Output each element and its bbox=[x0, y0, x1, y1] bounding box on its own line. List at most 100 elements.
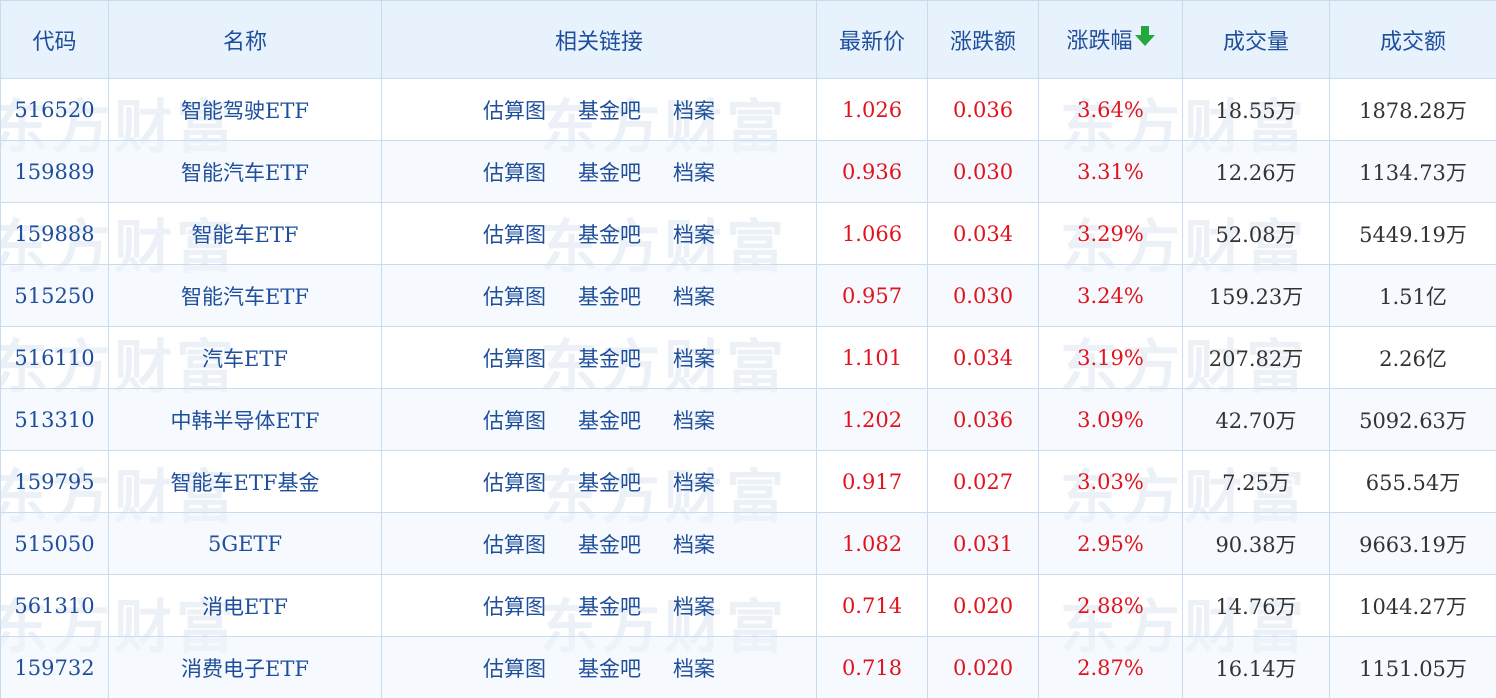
trade-volume: 16.14万 bbox=[1182, 636, 1330, 698]
header-change[interactable]: 涨跌额 bbox=[927, 0, 1039, 79]
estimate-chart-link[interactable]: 估算图 bbox=[483, 653, 546, 683]
fund-forum-link[interactable]: 基金吧 bbox=[578, 95, 641, 125]
latest-price: 1.026 bbox=[816, 78, 928, 141]
fund-profile-link[interactable]: 档案 bbox=[673, 219, 715, 249]
fund-profile-link[interactable]: 档案 bbox=[673, 157, 715, 187]
fund-name-link[interactable]: 汽车ETF bbox=[108, 326, 382, 389]
price-change: 0.031 bbox=[927, 512, 1039, 575]
price-change-pct: 3.09% bbox=[1038, 388, 1183, 451]
fund-code-link[interactable]: 513310 bbox=[0, 388, 109, 451]
price-change: 0.027 bbox=[927, 450, 1039, 513]
fund-name-link[interactable]: 消电ETF bbox=[108, 574, 382, 637]
header-price-label: 最新价 bbox=[838, 29, 905, 55]
price-change: 0.030 bbox=[927, 140, 1039, 203]
estimate-chart-link[interactable]: 估算图 bbox=[483, 405, 546, 435]
related-links-cell: 估算图 基金吧 档案 bbox=[381, 264, 817, 327]
fund-code-link[interactable]: 159795 bbox=[0, 450, 109, 513]
related-links-cell: 估算图 基金吧 档案 bbox=[381, 450, 817, 513]
fund-code-link[interactable]: 159889 bbox=[0, 140, 109, 203]
fund-profile-link[interactable]: 档案 bbox=[673, 467, 715, 497]
estimate-chart-link[interactable]: 估算图 bbox=[483, 343, 546, 373]
fund-code-link[interactable]: 516520 bbox=[0, 78, 109, 141]
fund-forum-link[interactable]: 基金吧 bbox=[578, 343, 641, 373]
fund-profile-link[interactable]: 档案 bbox=[673, 405, 715, 435]
table-row: 513310 中韩半导体ETF 估算图 基金吧 档案 1.202 0.036 3.09% 42.… bbox=[0, 388, 1496, 451]
trade-amount: 2.26亿 bbox=[1329, 326, 1496, 389]
trade-volume: 207.82万 bbox=[1182, 326, 1330, 389]
estimate-chart-link[interactable]: 估算图 bbox=[483, 467, 546, 497]
header-amount-label: 成交额 bbox=[1379, 29, 1446, 55]
trade-volume: 159.23万 bbox=[1182, 264, 1330, 327]
latest-price: 0.714 bbox=[816, 574, 928, 637]
related-links-cell: 估算图 基金吧 档案 bbox=[381, 512, 817, 575]
header-links: 相关链接 bbox=[381, 0, 817, 79]
related-links-cell: 估算图 基金吧 档案 bbox=[381, 574, 817, 637]
header-name[interactable]: 名称 bbox=[108, 0, 382, 79]
trade-amount: 1044.27万 bbox=[1329, 574, 1496, 637]
fund-name-link[interactable]: 智能汽车ETF bbox=[108, 140, 382, 203]
fund-profile-link[interactable]: 档案 bbox=[673, 591, 715, 621]
trade-volume: 7.25万 bbox=[1182, 450, 1330, 513]
latest-price: 1.082 bbox=[816, 512, 928, 575]
estimate-chart-link[interactable]: 估算图 bbox=[483, 157, 546, 187]
header-name-label: 名称 bbox=[222, 29, 267, 55]
header-code-label: 代码 bbox=[32, 29, 77, 55]
related-links-cell: 估算图 基金吧 档案 bbox=[381, 388, 817, 451]
header-amount[interactable]: 成交额 bbox=[1329, 0, 1496, 79]
table-row: 159795 智能车ETF基金 估算图 基金吧 档案 0.917 0.027 3.03% 7.2… bbox=[0, 450, 1496, 513]
trade-volume: 90.38万 bbox=[1182, 512, 1330, 575]
estimate-chart-link[interactable]: 估算图 bbox=[483, 281, 546, 311]
fund-profile-link[interactable]: 档案 bbox=[673, 95, 715, 125]
fund-code-link[interactable]: 159888 bbox=[0, 202, 109, 265]
fund-profile-link[interactable]: 档案 bbox=[673, 529, 715, 559]
fund-name-link[interactable]: 智能车ETF bbox=[108, 202, 382, 265]
price-change-pct: 3.19% bbox=[1038, 326, 1183, 389]
estimate-chart-link[interactable]: 估算图 bbox=[483, 591, 546, 621]
fund-name-link[interactable]: 消费电子ETF bbox=[108, 636, 382, 698]
fund-code-link[interactable]: 515250 bbox=[0, 264, 109, 327]
table-body: 516520 智能驾驶ETF 估算图 基金吧 档案 1.026 0.036 3.64% 18.5… bbox=[0, 78, 1496, 698]
fund-code-link[interactable]: 159732 bbox=[0, 636, 109, 698]
price-change: 0.036 bbox=[927, 78, 1039, 141]
estimate-chart-link[interactable]: 估算图 bbox=[483, 219, 546, 249]
fund-name-link[interactable]: 智能车ETF基金 bbox=[108, 450, 382, 513]
table-header-row: 代码 名称 相关链接 最新价 涨跌额 涨跌幅 成交量 成交额 bbox=[0, 0, 1496, 79]
fund-forum-link[interactable]: 基金吧 bbox=[578, 591, 641, 621]
fund-forum-link[interactable]: 基金吧 bbox=[578, 529, 641, 559]
fund-name-link[interactable]: 智能驾驶ETF bbox=[108, 78, 382, 141]
fund-forum-link[interactable]: 基金吧 bbox=[578, 467, 641, 497]
price-change: 0.020 bbox=[927, 574, 1039, 637]
latest-price: 1.202 bbox=[816, 388, 928, 451]
price-change-pct: 3.24% bbox=[1038, 264, 1183, 327]
trade-amount: 1134.73万 bbox=[1329, 140, 1496, 203]
fund-code-link[interactable]: 561310 bbox=[0, 574, 109, 637]
fund-quotes-table: 代码 名称 相关链接 最新价 涨跌额 涨跌幅 成交量 成交额 516520 智能驾… bbox=[0, 0, 1496, 698]
price-change: 0.036 bbox=[927, 388, 1039, 451]
trade-amount: 9663.19万 bbox=[1329, 512, 1496, 575]
fund-profile-link[interactable]: 档案 bbox=[673, 281, 715, 311]
estimate-chart-link[interactable]: 估算图 bbox=[483, 529, 546, 559]
fund-name-link[interactable]: 中韩半导体ETF bbox=[108, 388, 382, 451]
latest-price: 0.718 bbox=[816, 636, 928, 698]
fund-profile-link[interactable]: 档案 bbox=[673, 653, 715, 683]
related-links-cell: 估算图 基金吧 档案 bbox=[381, 636, 817, 698]
fund-code-link[interactable]: 515050 bbox=[0, 512, 109, 575]
fund-forum-link[interactable]: 基金吧 bbox=[578, 157, 641, 187]
fund-profile-link[interactable]: 档案 bbox=[673, 343, 715, 373]
fund-name-link[interactable]: 5GETF bbox=[108, 512, 382, 575]
fund-forum-link[interactable]: 基金吧 bbox=[578, 405, 641, 435]
price-change-pct: 2.95% bbox=[1038, 512, 1183, 575]
fund-forum-link[interactable]: 基金吧 bbox=[578, 219, 641, 249]
header-pct[interactable]: 涨跌幅 bbox=[1038, 0, 1183, 79]
price-change-pct: 2.88% bbox=[1038, 574, 1183, 637]
header-code[interactable]: 代码 bbox=[0, 0, 109, 79]
price-change-pct: 3.64% bbox=[1038, 78, 1183, 141]
fund-code-link[interactable]: 516110 bbox=[0, 326, 109, 389]
fund-name-link[interactable]: 智能汽车ETF bbox=[108, 264, 382, 327]
table-row: 516520 智能驾驶ETF 估算图 基金吧 档案 1.026 0.036 3.64% 18.5… bbox=[0, 78, 1496, 141]
fund-forum-link[interactable]: 基金吧 bbox=[578, 653, 641, 683]
estimate-chart-link[interactable]: 估算图 bbox=[483, 95, 546, 125]
header-volume[interactable]: 成交量 bbox=[1182, 0, 1330, 79]
header-price[interactable]: 最新价 bbox=[816, 0, 928, 79]
fund-forum-link[interactable]: 基金吧 bbox=[578, 281, 641, 311]
